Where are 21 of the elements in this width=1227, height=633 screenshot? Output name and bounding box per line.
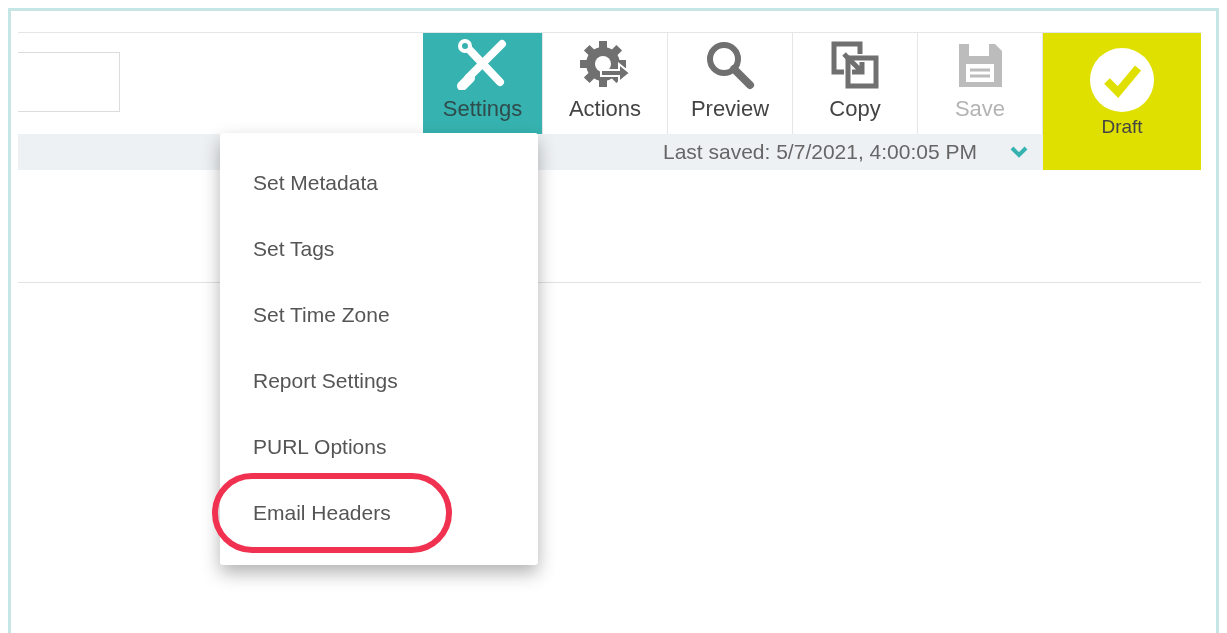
menu-item-label: Set Metadata (253, 171, 378, 195)
menu-item[interactable]: PURL Options (220, 414, 538, 480)
menu-item[interactable]: Set Time Zone (220, 282, 538, 348)
chevron-down-icon[interactable] (1009, 145, 1029, 159)
menu-item-label: Report Settings (253, 369, 398, 393)
menu-item[interactable]: Email Headers (220, 480, 538, 546)
search-icon (705, 40, 755, 90)
last-saved-text: Last saved: 5/7/2021, 4:00:05 PM (662, 140, 977, 164)
text-field[interactable] (18, 52, 120, 112)
menu-item-label: Set Time Zone (253, 303, 390, 327)
gear-icon (579, 40, 631, 90)
copy-icon (830, 40, 880, 90)
menu-item-label: Set Tags (253, 237, 335, 261)
menu-item[interactable]: Report Settings (220, 348, 538, 414)
menu-item-label: Email Headers (253, 501, 391, 525)
check-circle-icon (1090, 48, 1154, 112)
draft-status-badge: Draft (1043, 33, 1201, 170)
toolbar-button[interactable]: Settings (423, 33, 543, 134)
menu-item-label: PURL Options (253, 435, 387, 459)
menu-item[interactable]: Set Tags (220, 216, 538, 282)
menu-item[interactable]: Set Metadata (220, 150, 538, 216)
